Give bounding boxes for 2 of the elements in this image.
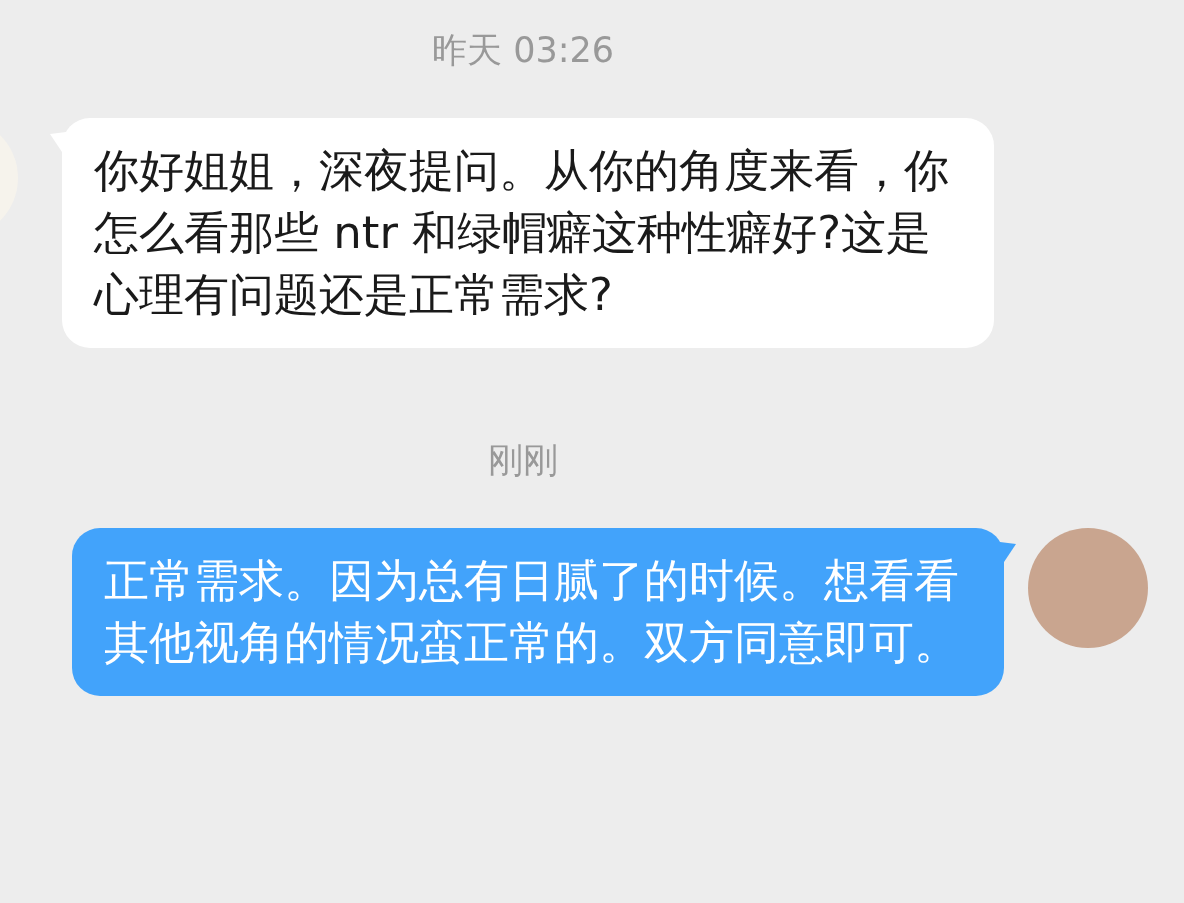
timestamp: 昨天 03:26 — [432, 30, 614, 70]
timestamp: 刚刚 — [488, 440, 558, 480]
